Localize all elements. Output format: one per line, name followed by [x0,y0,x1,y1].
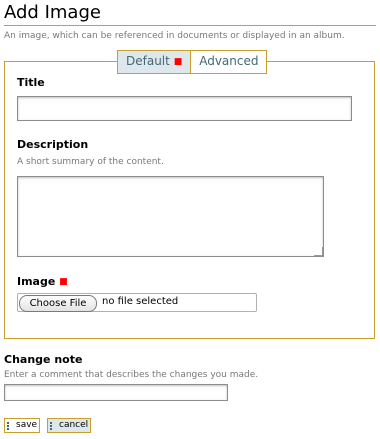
change-note-help: Enter a comment that describes the chang… [4,370,259,380]
cancel-label: cancel [59,420,89,430]
title-input[interactable] [17,96,352,121]
tab-default-label: Default [126,54,170,68]
description-textarea[interactable] [17,176,324,257]
page-title: Add Image [4,2,376,26]
required-marker-icon: ■ [173,57,183,67]
cancel-button[interactable]: cancel [47,418,92,433]
grip-icon [50,421,56,430]
grip-icon [7,421,13,430]
tab-advanced[interactable]: Advanced [191,51,266,73]
image-label-text: Image [17,275,56,288]
tab-default[interactable]: Default ■ [118,51,192,73]
page-description: An image, which can be referenced in doc… [4,31,345,41]
resize-handle-icon[interactable] [314,247,323,256]
required-marker-icon: ■ [59,277,68,287]
file-status-text: no file selected [102,296,179,307]
description-help: A short summary of the content. [17,157,164,167]
save-label: save [16,420,38,430]
title-label: Title [17,76,45,89]
choose-file-button[interactable]: Choose File [19,295,97,312]
tab-bar: Default ■ Advanced [117,50,268,74]
image-label: Image ■ [17,275,68,288]
save-button[interactable]: save [4,418,41,433]
change-note-label: Change note [4,353,83,366]
description-label: Description [17,138,89,151]
change-note-input[interactable] [4,384,228,401]
image-file-input[interactable]: Choose File no file selected [17,293,257,312]
